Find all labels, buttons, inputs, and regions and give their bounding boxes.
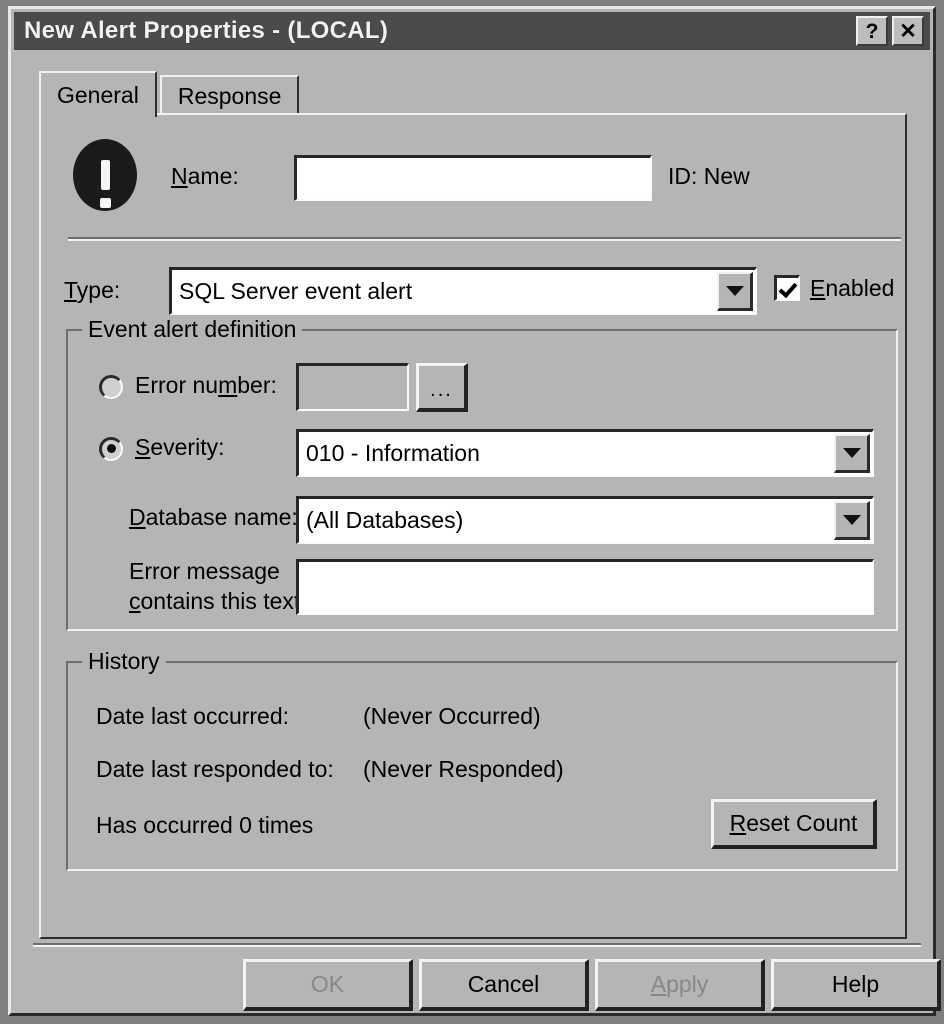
- occurrence-count-text: Has occurred 0 times: [96, 812, 314, 838]
- window-title: New Alert Properties - (LOCAL): [24, 17, 389, 44]
- apply-button[interactable]: Apply: [595, 959, 765, 1011]
- error-number-label[interactable]: Error number:: [135, 372, 277, 399]
- severity-radio[interactable]: [99, 437, 123, 461]
- exclamation-alert-icon: [73, 139, 137, 211]
- reset-count-button[interactable]: Reset Count: [711, 799, 877, 849]
- ok-button[interactable]: OK: [243, 959, 413, 1011]
- name-input[interactable]: [294, 155, 652, 201]
- date-last-responded-value: (Never Responded): [363, 756, 564, 782]
- tab-strip: General Response: [39, 71, 300, 117]
- type-label-text: ype:: [76, 277, 121, 303]
- help-button[interactable]: Help: [771, 959, 941, 1011]
- date-last-responded-label: Date last responded to:: [96, 756, 334, 782]
- tab-response-label: Response: [177, 82, 282, 109]
- severity-combobox-value: 010 - Information: [306, 440, 480, 466]
- title-bar: New Alert Properties - (LOCAL) ? ✕: [14, 12, 930, 50]
- enabled-checkbox[interactable]: [774, 275, 800, 301]
- footer-divider: [33, 943, 921, 947]
- close-icon[interactable]: ✕: [892, 16, 924, 46]
- title-bar-buttons: ? ✕: [856, 16, 924, 46]
- type-label: Type:: [64, 277, 121, 303]
- enabled-label[interactable]: Enabled: [810, 275, 894, 302]
- chevron-down-icon[interactable]: [717, 272, 753, 311]
- severity-combobox[interactable]: 010 - Information: [296, 429, 874, 477]
- date-last-occurred-label: Date last occurred:: [96, 703, 290, 729]
- error-message-label-line2: contains this text:: [129, 588, 307, 614]
- error-number-radio[interactable]: [99, 375, 123, 399]
- alert-id-text: ID: New: [668, 163, 750, 189]
- dialog-window: New Alert Properties - (LOCAL) ? ✕ Gener…: [8, 6, 941, 1016]
- chevron-down-icon[interactable]: [834, 501, 870, 540]
- date-last-occurred-value: (Never Occurred): [363, 703, 541, 729]
- error-message-label: Error message contains this text:: [129, 556, 307, 616]
- event-alert-definition-legend: Event alert definition: [82, 316, 303, 343]
- section-divider: [68, 237, 901, 241]
- tab-general[interactable]: General: [39, 71, 157, 117]
- severity-label[interactable]: Severity:: [135, 434, 224, 461]
- database-name-label: Database name:: [129, 504, 298, 530]
- chevron-down-icon[interactable]: [834, 434, 870, 473]
- error-number-input[interactable]: [296, 363, 409, 411]
- tab-general-label: General: [57, 81, 139, 108]
- database-name-combobox-value: (All Databases): [306, 507, 464, 533]
- error-message-label-line1: Error message: [129, 558, 280, 584]
- database-name-combobox[interactable]: (All Databases): [296, 496, 874, 544]
- error-number-browse-button[interactable]: ...: [416, 363, 468, 412]
- name-label: Name:: [171, 163, 239, 189]
- enabled-label-text: nabled: [825, 275, 895, 301]
- cancel-button[interactable]: Cancel: [419, 959, 589, 1011]
- tab-response[interactable]: Response: [159, 75, 300, 115]
- help-icon[interactable]: ?: [856, 16, 888, 46]
- type-combobox[interactable]: SQL Server event alert: [169, 267, 757, 315]
- history-legend: History: [82, 648, 166, 675]
- type-combobox-value: SQL Server event alert: [179, 278, 413, 304]
- name-label-text: ame:: [187, 163, 239, 189]
- error-message-input[interactable]: [296, 559, 874, 615]
